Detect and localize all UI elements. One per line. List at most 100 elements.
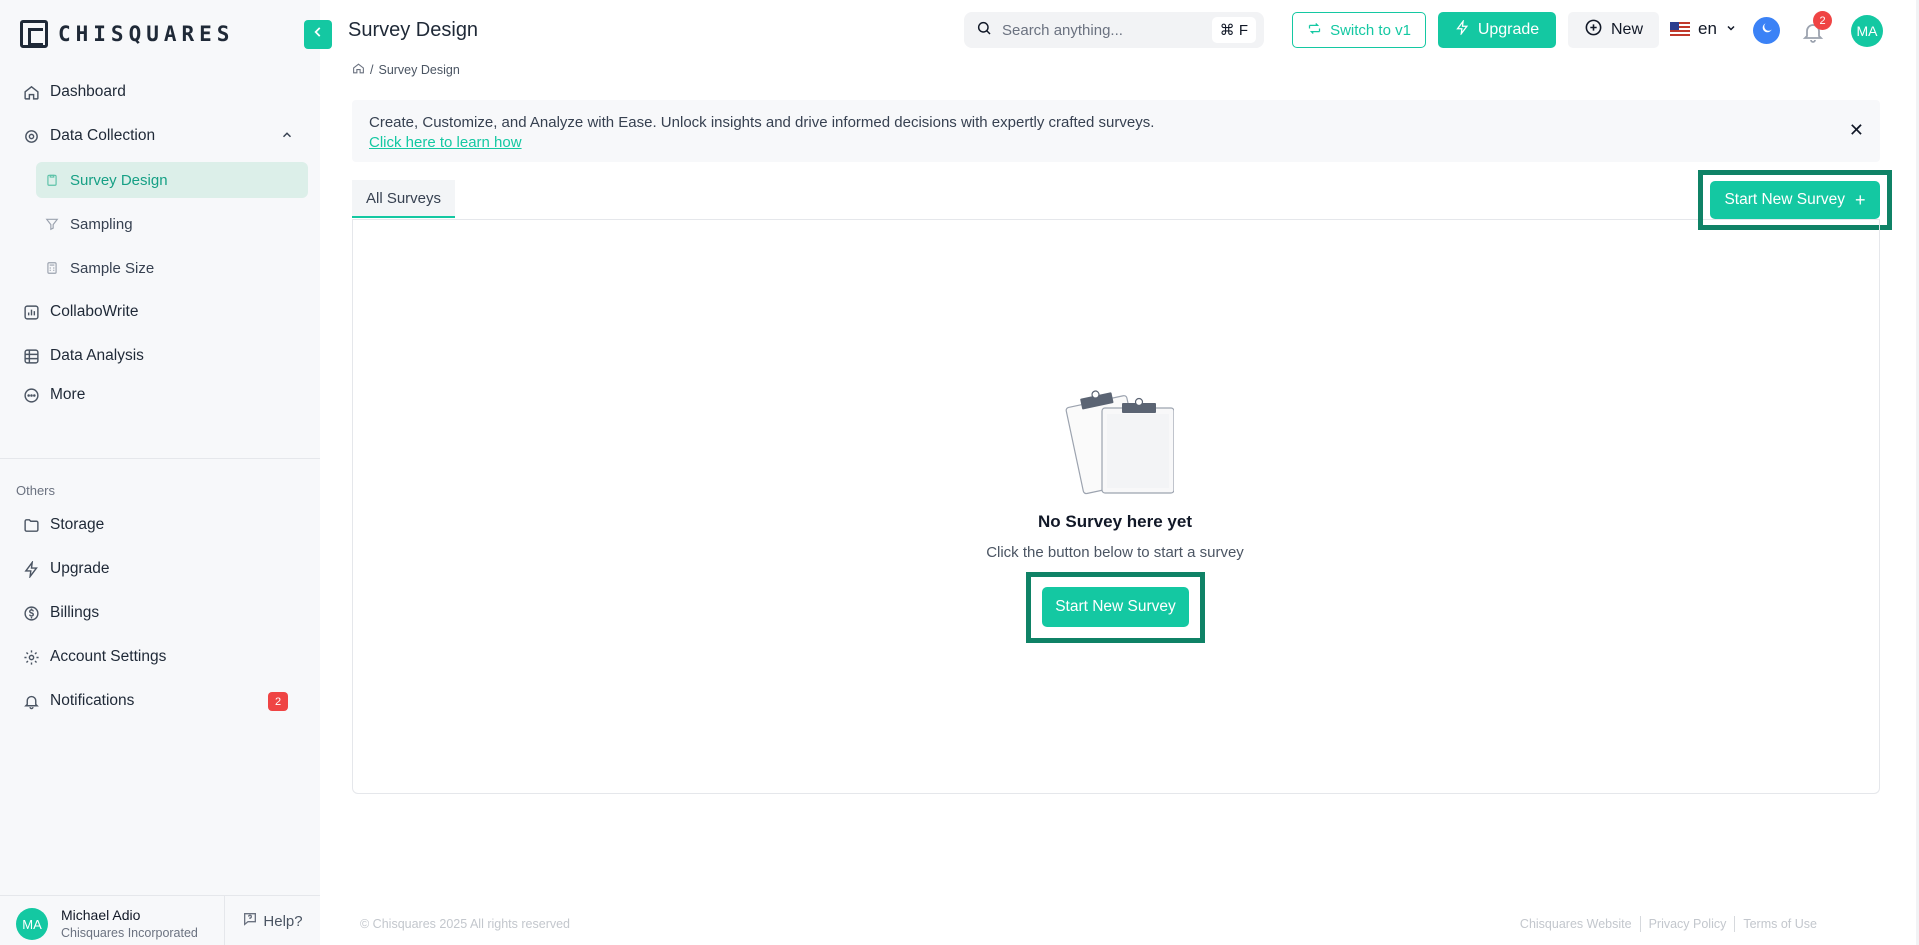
sidebar-item-label: Data Analysis (50, 347, 144, 364)
gear-icon (22, 648, 40, 666)
sidebar-item-label: Dashboard (50, 83, 126, 100)
chevron-down-icon (1725, 19, 1737, 39)
sidebar-subitem-label: Sampling (70, 215, 133, 233)
empty-clipboard-icon (1065, 390, 1174, 495)
funnel-icon (44, 216, 60, 232)
footer-link-website[interactable]: Chisquares Website (1520, 917, 1632, 931)
new-label: New (1610, 21, 1643, 38)
upgrade-label: Upgrade (1477, 21, 1540, 38)
moon-icon (1760, 21, 1774, 40)
sidebar-subitem-sample-size[interactable]: Sample Size (36, 250, 308, 286)
lightning-icon (22, 560, 40, 578)
collapse-sidebar-button[interactable] (304, 20, 332, 49)
plus-circle-icon (1584, 18, 1603, 42)
logo-mark-icon (20, 20, 48, 48)
bell-icon (22, 692, 40, 710)
brand-name: CHISQUARES (58, 22, 235, 46)
empty-state-subtitle: Click the button below to start a survey (986, 544, 1244, 561)
app-root: CHISQUARES Dashboard Data Collection Sur… (0, 0, 1919, 945)
us-flag-icon (1670, 22, 1690, 36)
folder-icon (22, 516, 40, 534)
home-icon (22, 83, 40, 101)
search-bar[interactable]: ⌘ F (964, 12, 1264, 48)
new-button[interactable]: New (1568, 12, 1659, 48)
sidebar-subitem-survey-design[interactable]: Survey Design (36, 162, 308, 198)
sidebar-item-label: More (50, 386, 86, 403)
sidebar-item-dashboard[interactable]: Dashboard (14, 74, 308, 110)
sidebar: CHISQUARES Dashboard Data Collection Sur… (0, 0, 320, 945)
sidebar-item-notifications[interactable]: Notifications 2 (14, 683, 308, 719)
avatar[interactable]: MA (16, 908, 48, 940)
breadcrumb-separator: / (370, 63, 374, 77)
others-section-label: Others (16, 483, 56, 498)
billing-icon (22, 604, 40, 622)
sidebar-item-storage[interactable]: Storage (14, 507, 308, 543)
close-icon[interactable]: ✕ (1849, 120, 1864, 141)
data-analysis-icon (22, 347, 40, 365)
tab-all-surveys[interactable]: All Surveys (352, 180, 455, 218)
calculator-icon (44, 260, 60, 276)
user-name: Michael Adio (61, 907, 141, 923)
sidebar-subitem-label: Survey Design (70, 171, 168, 189)
banner-text: Create, Customize, and Analyze with Ease… (369, 114, 1155, 131)
data-collection-icon (22, 127, 40, 145)
sidebar-item-label: Billings (50, 604, 100, 621)
copyright-text: © Chisquares 2025 All rights reserved (360, 917, 571, 931)
help-label: Help? (263, 912, 303, 930)
help-button[interactable]: Help? (224, 896, 320, 945)
sidebar-divider (0, 458, 320, 459)
sidebar-item-label: Upgrade (50, 560, 110, 577)
bell-icon (1801, 24, 1825, 48)
notifications-badge: 2 (268, 692, 288, 711)
chevron-up-icon[interactable] (280, 128, 294, 147)
notification-count-badge: 2 (1813, 11, 1832, 30)
sidebar-item-upgrade[interactable]: Upgrade (14, 551, 308, 587)
footer-separator (1734, 916, 1736, 932)
empty-state-title: No Survey here yet (1037, 512, 1192, 531)
user-profile-bar: MA Michael Adio Chisquares Incorporated … (0, 895, 320, 945)
dark-mode-toggle[interactable] (1753, 17, 1780, 44)
footer-separator (1639, 916, 1641, 932)
lightning-icon (1455, 18, 1470, 40)
brand-logo[interactable]: CHISQUARES (20, 20, 234, 48)
sidebar-item-label: CollaboWrite (50, 303, 139, 320)
page-title: Survey Design (348, 19, 479, 41)
breadcrumb-current: Survey Design (378, 63, 460, 77)
footer-link-privacy[interactable]: Privacy Policy (1649, 917, 1727, 931)
sidebar-item-billings[interactable]: Billings (14, 595, 308, 631)
sidebar-item-account-settings[interactable]: Account Settings (14, 639, 308, 675)
sidebar-item-data-collection[interactable]: Data Collection (14, 118, 308, 154)
sidebar-item-data-analysis[interactable]: Data Analysis (14, 338, 308, 374)
switch-icon (1307, 21, 1322, 40)
upgrade-button[interactable]: Upgrade (1438, 12, 1556, 48)
plus-icon: + (1855, 189, 1866, 210)
language-code: en (1698, 19, 1717, 38)
breadcrumb: / Survey Design (352, 62, 460, 78)
search-shortcut: ⌘ F (1211, 17, 1256, 43)
start-new-survey-button[interactable]: Start New Survey (1042, 587, 1189, 627)
sidebar-subitem-label: Sample Size (70, 259, 155, 277)
search-input[interactable] (1002, 21, 1202, 39)
home-icon[interactable] (352, 62, 365, 78)
clipboard-icon (44, 172, 60, 188)
avatar[interactable]: MA (1851, 15, 1883, 47)
sidebar-item-label: Data Collection (50, 127, 156, 144)
switch-to-v1-button[interactable]: Switch to v1 (1292, 12, 1426, 48)
chevron-left-icon (311, 25, 325, 44)
language-selector[interactable]: en (1670, 19, 1737, 39)
collabowrite-icon (22, 303, 40, 321)
info-banner: Create, Customize, and Analyze with Ease… (352, 100, 1880, 162)
start-new-survey-button-top[interactable]: Start New Survey + (1710, 181, 1880, 219)
help-chat-icon (242, 911, 258, 931)
search-icon (976, 20, 992, 41)
sidebar-item-label: Storage (50, 516, 105, 533)
sidebar-item-collabowrite[interactable]: CollaboWrite (14, 294, 308, 330)
surveys-panel (352, 220, 1880, 794)
sidebar-item-more[interactable]: More (14, 377, 308, 413)
switch-label: Switch to v1 (1330, 21, 1411, 39)
start-new-survey-label: Start New Survey (1724, 191, 1846, 208)
sidebar-subitem-sampling[interactable]: Sampling (36, 206, 308, 242)
footer-link-terms[interactable]: Terms of Use (1743, 917, 1817, 931)
sidebar-item-label: Notifications (50, 692, 135, 709)
learn-how-link[interactable]: Click here to learn how (369, 134, 522, 151)
